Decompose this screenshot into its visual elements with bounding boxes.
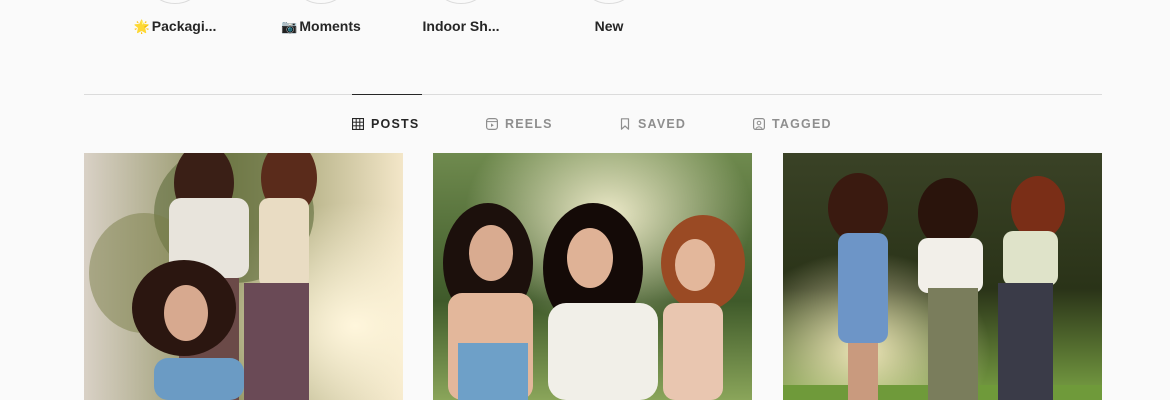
- tab-label: POSTS: [371, 117, 420, 131]
- post-image: [84, 153, 403, 400]
- post-image: [433, 153, 752, 400]
- tab-tagged[interactable]: TAGGED: [753, 95, 832, 153]
- highlight-label: 📷 Moments: [281, 18, 361, 34]
- highlight-label: 🌟 Packagi...: [133, 18, 217, 34]
- highlight-label: New: [594, 18, 624, 34]
- highlight-cover[interactable]: [144, 0, 206, 4]
- post-thumbnail[interactable]: [783, 153, 1102, 400]
- tab-posts[interactable]: POSTS: [352, 94, 422, 153]
- highlight-label: Indoor Sh...: [422, 18, 500, 34]
- star-emoji-icon: 🌟: [133, 19, 150, 34]
- reels-icon: [486, 118, 498, 130]
- tab-saved[interactable]: SAVED: [619, 95, 686, 153]
- highlight-cover[interactable]: [290, 0, 352, 4]
- tab-label: TAGGED: [772, 117, 832, 131]
- bookmark-icon: [620, 118, 630, 130]
- story-highlights: 🌟 Packagi... 📷 Moments Indoor Sh... New: [0, 0, 1170, 60]
- post-image: [783, 153, 1102, 400]
- tab-label: SAVED: [638, 117, 687, 131]
- camera-emoji-icon: 📷: [281, 19, 298, 34]
- highlight-cover[interactable]: [430, 0, 492, 4]
- post-thumbnail[interactable]: [433, 153, 752, 400]
- tagged-user-icon: [753, 118, 765, 130]
- grid-icon: [352, 118, 364, 130]
- post-thumbnail[interactable]: [84, 153, 403, 400]
- new-highlight-circle[interactable]: [578, 0, 640, 4]
- profile-tabs-divider: [84, 94, 1102, 95]
- tab-reels[interactable]: REELS: [486, 95, 553, 153]
- tab-label: REELS: [505, 117, 553, 131]
